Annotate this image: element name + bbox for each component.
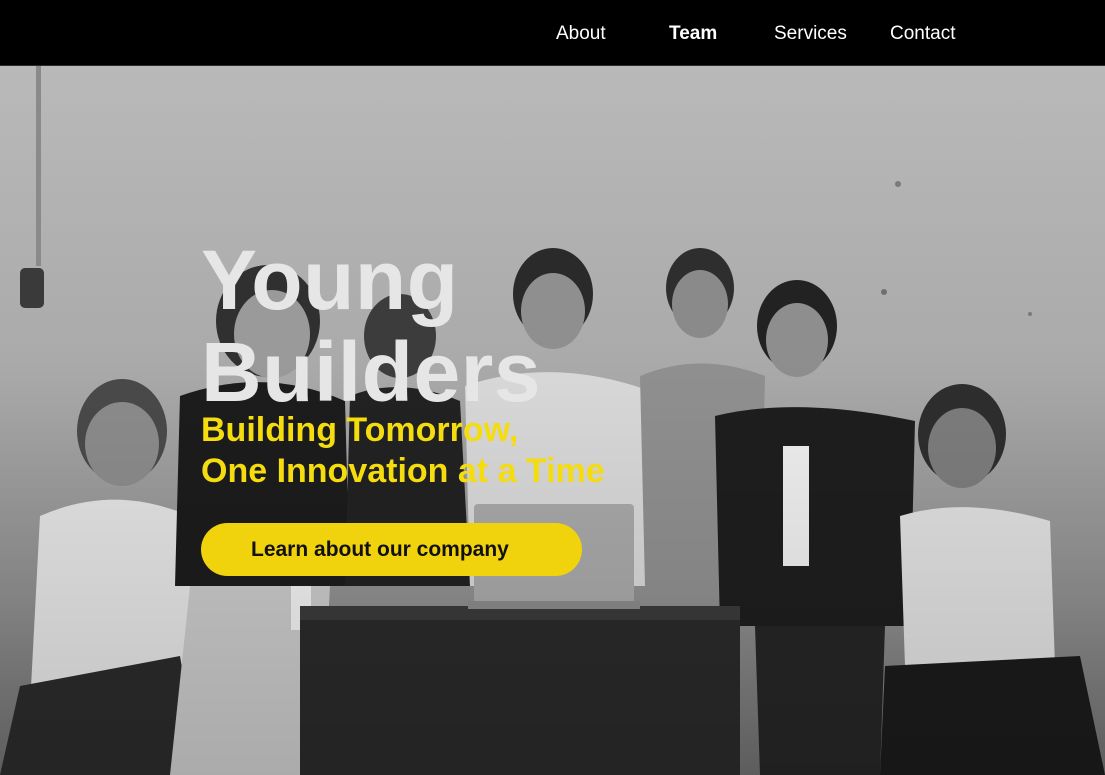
page: About Team Services Contact Young Builde… <box>0 0 1105 775</box>
hero-section: Young Builders Building Tomorrow, One In… <box>0 66 1105 775</box>
hero-subtitle: Building Tomorrow, One Innovation at a T… <box>201 410 605 492</box>
nav-link-team[interactable]: Team <box>669 22 717 46</box>
hero-subtitle-line-1: Building Tomorrow, <box>201 411 519 449</box>
learn-about-company-button[interactable]: Learn about our company <box>201 523 582 576</box>
nav-link-contact[interactable]: Contact <box>890 22 955 46</box>
nav-link-about[interactable]: About <box>556 22 606 46</box>
top-nav: About Team Services Contact <box>0 0 1105 66</box>
hero-title: Young Builders <box>201 234 541 418</box>
hero-title-line-1: Young <box>201 233 459 327</box>
nav-link-services[interactable]: Services <box>774 22 847 46</box>
hero-subtitle-line-2: One Innovation at a Time <box>201 452 605 490</box>
hero-title-line-2: Builders <box>201 325 542 419</box>
